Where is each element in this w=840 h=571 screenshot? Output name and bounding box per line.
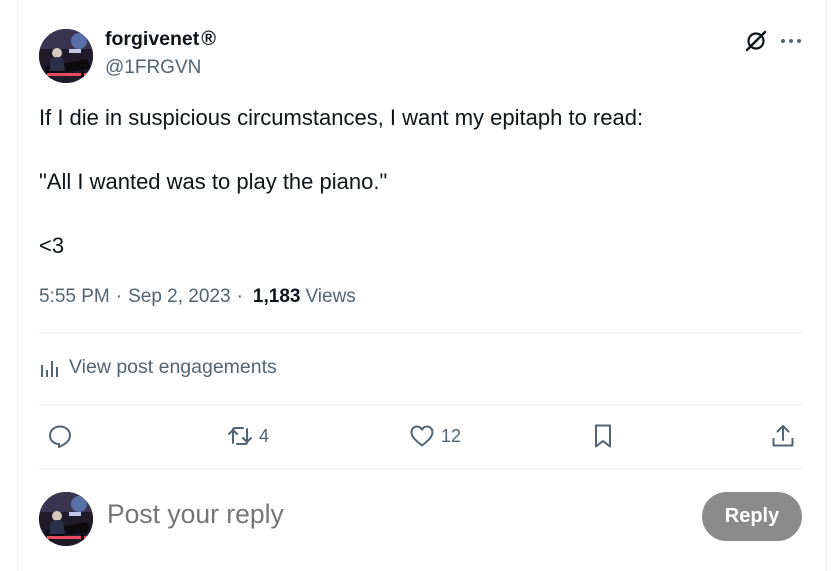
repost-action-button[interactable]: 4 (226, 422, 269, 450)
reply-button[interactable]: Reply (702, 492, 802, 541)
post-metadata: 5:55 PM · Sep 2, 2023 · 1,183 Views (39, 286, 356, 308)
more-dot (781, 39, 785, 43)
share-action-button[interactable] (769, 422, 797, 450)
bookmark-icon (595, 424, 611, 448)
divider (39, 468, 804, 469)
heart-icon (410, 425, 434, 447)
bookmark-action-button[interactable] (589, 422, 617, 450)
more-dot (789, 39, 793, 43)
registered-badge-icon: ® (201, 28, 217, 50)
post-text-line: "All I wanted was to play the piano." (39, 169, 388, 194)
post-text-line: If I die in suspicious circumstances, I … (39, 105, 644, 130)
author-avatar[interactable] (39, 29, 93, 83)
share-icon (772, 425, 794, 447)
views-label: Views (305, 286, 356, 307)
pianist-avatar-icon (39, 492, 93, 546)
views-count: 1,183 (252, 286, 301, 307)
more-dot (797, 39, 801, 43)
like-action-button[interactable]: 12 (408, 422, 461, 450)
reply-bubble-icon (49, 425, 71, 448)
author-display-name[interactable]: forgivenet ® (105, 28, 216, 51)
meta-separator: · (236, 286, 243, 307)
view-engagements-label: View post engagements (69, 356, 277, 378)
timeline-border-right (826, 0, 827, 571)
author-name-text: forgivenet (105, 28, 200, 50)
divider (39, 332, 804, 333)
view-engagements-link[interactable]: View post engagements (39, 356, 277, 379)
pianist-avatar-icon (39, 29, 93, 83)
post-time[interactable]: 5:55 PM (39, 286, 110, 308)
divider (39, 404, 804, 405)
reply-input[interactable] (107, 499, 667, 530)
grok-icon[interactable] (744, 29, 768, 53)
current-user-avatar[interactable] (39, 492, 93, 546)
more-options-icon[interactable] (778, 29, 804, 53)
meta-separator: · (115, 286, 123, 307)
author-handle[interactable]: @1FRGVN (105, 57, 201, 79)
repost-icon (228, 427, 252, 445)
post-text-line: <3 (39, 233, 65, 258)
reply-action-button[interactable] (46, 422, 74, 450)
like-count: 12 (441, 425, 462, 446)
post-date[interactable]: Sep 2, 2023 (128, 286, 230, 308)
grok-glyph (745, 30, 767, 52)
repost-count: 4 (259, 425, 270, 446)
timeline-border-left (17, 0, 18, 571)
analytics-icon (41, 360, 58, 377)
